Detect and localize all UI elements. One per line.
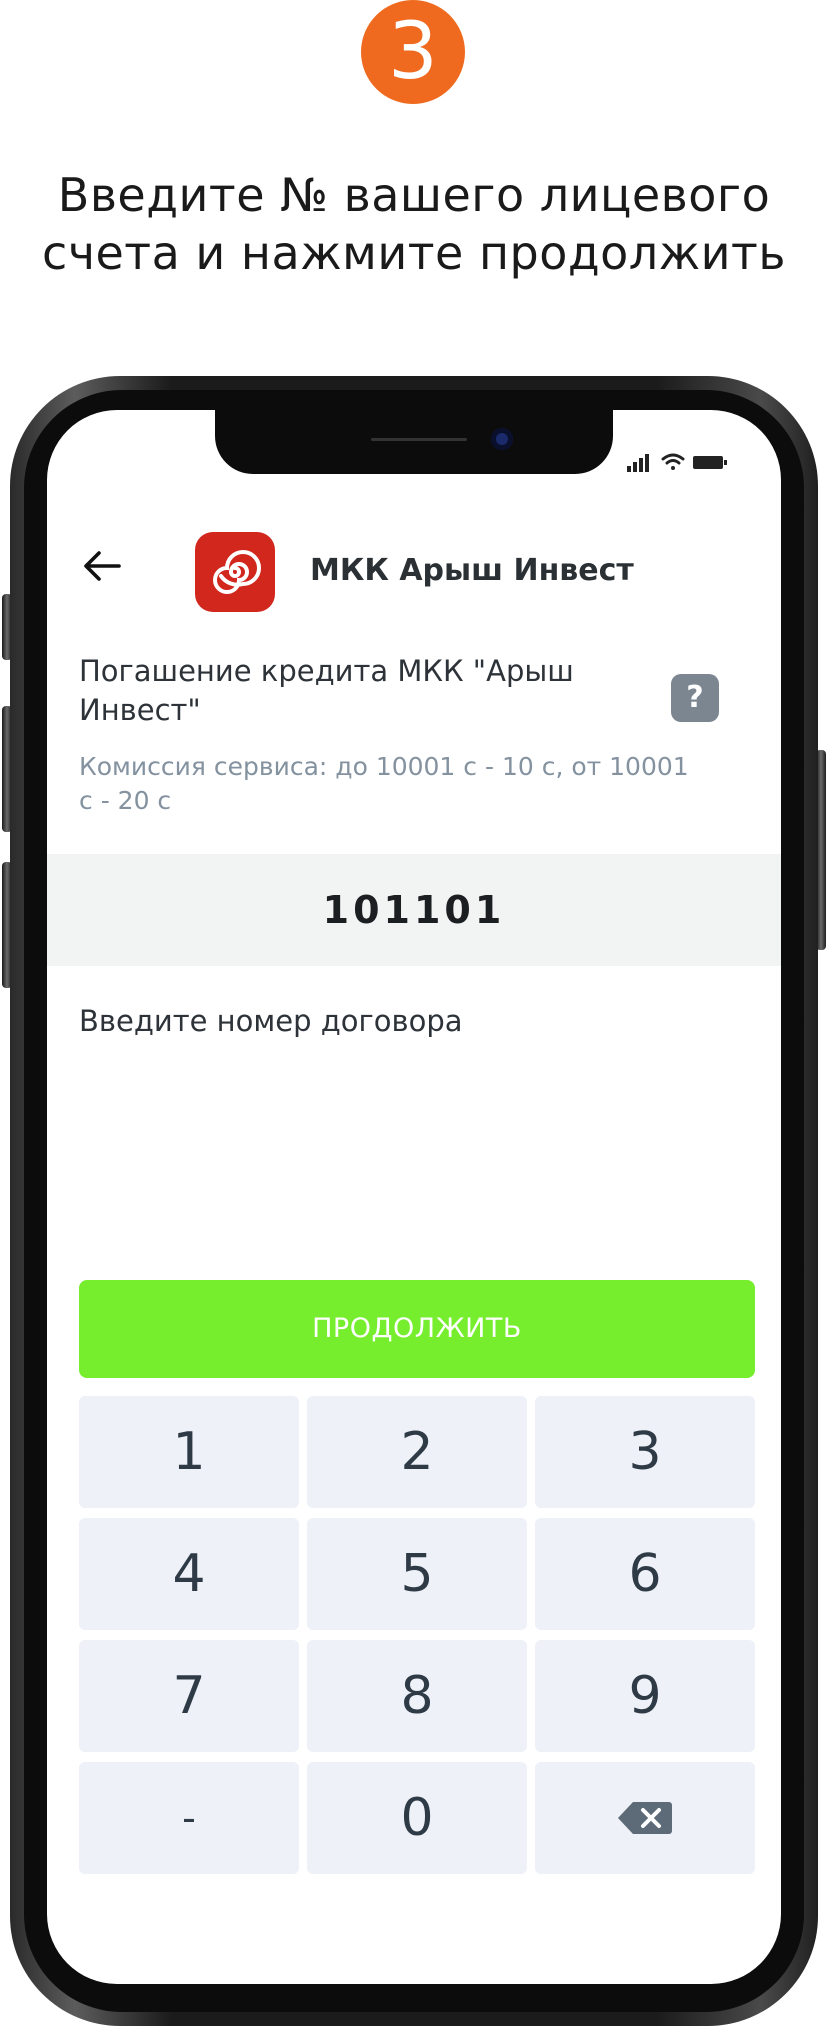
key-5[interactable]: 5 <box>307 1518 527 1630</box>
phone-screen: МКК Арыш Инвест Погашение кредита МКК "А… <box>47 410 781 1984</box>
step-number-badge: 3 <box>361 0 465 104</box>
merchant-name: МКК Арыш Инвест <box>310 553 634 588</box>
wifi-icon <box>661 453 685 470</box>
help-button[interactable]: ? <box>671 674 719 722</box>
account-number-field[interactable]: 101101 <box>47 854 781 966</box>
service-title: Погашение кредита МКК "Арыш Инвест" <box>79 654 574 727</box>
key-1[interactable]: 1 <box>79 1396 299 1508</box>
spiral-logo-icon <box>213 550 261 594</box>
instruction-line-1: Введите № вашего лицевого <box>57 168 771 222</box>
key-9[interactable]: 9 <box>535 1640 755 1752</box>
key-0[interactable]: 0 <box>307 1762 527 1874</box>
speaker-grille <box>371 438 467 441</box>
signal-icon <box>627 454 649 472</box>
key-minus[interactable]: - <box>79 1762 299 1874</box>
back-button[interactable] <box>79 542 127 590</box>
key-7[interactable]: 7 <box>79 1640 299 1752</box>
key-backspace[interactable] <box>535 1762 755 1874</box>
account-field-hint: Введите номер договора <box>79 1004 463 1038</box>
instruction-text: Введите № вашего лицевого счета и нажмит… <box>0 166 828 282</box>
commission-info: Комиссия сервиса: до 10001 с - 10 с, от … <box>79 752 689 815</box>
numeric-keypad: 1 2 3 4 5 6 7 8 9 - 0 <box>79 1396 755 1874</box>
status-bar-icons <box>627 453 727 472</box>
backspace-icon <box>618 1802 672 1834</box>
front-camera <box>491 428 513 450</box>
battery-icon <box>693 456 727 469</box>
key-8[interactable]: 8 <box>307 1640 527 1752</box>
continue-button[interactable]: ПРОДОЛЖИТЬ <box>79 1280 755 1378</box>
merchant-logo <box>195 532 275 612</box>
key-4[interactable]: 4 <box>79 1518 299 1630</box>
key-2[interactable]: 2 <box>307 1396 527 1508</box>
arrow-left-icon <box>84 551 121 581</box>
phone-notch <box>215 410 613 474</box>
instruction-line-2: счета и нажмите продолжить <box>42 226 786 280</box>
key-6[interactable]: 6 <box>535 1518 755 1630</box>
key-3[interactable]: 3 <box>535 1396 755 1508</box>
